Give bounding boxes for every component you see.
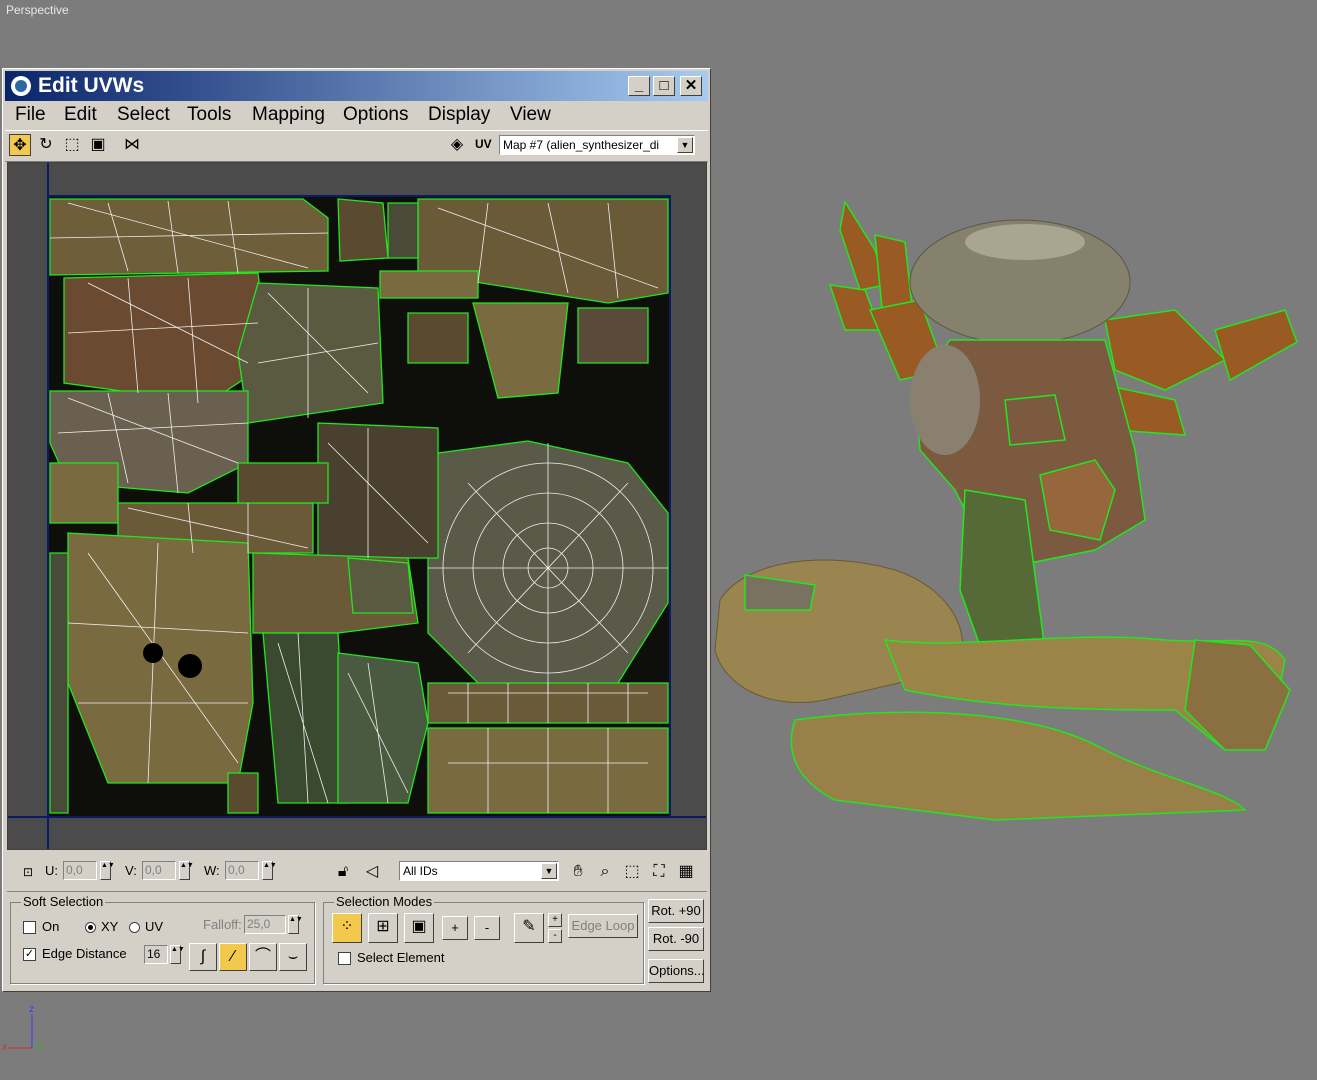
- menu-select[interactable]: Select: [117, 104, 170, 126]
- menu-edit[interactable]: Edit: [64, 104, 97, 126]
- viewport-label[interactable]: Perspective: [6, 3, 69, 17]
- ids-select-value: All IDs: [403, 864, 438, 878]
- rot-minus-90-button[interactable]: Rot. -90: [648, 927, 704, 951]
- grow-selection-button[interactable]: +: [442, 916, 468, 940]
- v-spinner[interactable]: ▲▼: [179, 861, 194, 880]
- axis-gizmo: z x y: [2, 1004, 44, 1053]
- face-mode-icon[interactable]: ▣: [404, 913, 434, 943]
- u-label: U:: [45, 863, 58, 878]
- transform-mode-icon[interactable]: ⊡: [17, 861, 39, 883]
- move-icon[interactable]: ✥: [9, 134, 31, 156]
- ids-select[interactable]: All IDs ▼: [399, 861, 559, 881]
- falloff-slow-out-icon[interactable]: ⌒: [249, 943, 277, 971]
- filter-icon[interactable]: ▦: [675, 861, 697, 883]
- soft-on-checkbox[interactable]: [23, 921, 36, 934]
- uv-editor-area[interactable]: [7, 162, 707, 850]
- dome-highlight: [965, 224, 1085, 260]
- menu-file[interactable]: File: [15, 104, 46, 126]
- menu-view[interactable]: View: [510, 104, 551, 126]
- menu-tools[interactable]: Tools: [187, 104, 231, 126]
- chevron-down-icon[interactable]: ▼: [677, 137, 693, 153]
- app-icon: [11, 76, 31, 96]
- axis-x-label: x: [2, 1042, 7, 1053]
- spike: [828, 284, 882, 331]
- uv-radio-label: UV: [145, 919, 164, 934]
- edit-uvws-window: Edit UVWs _ □ ✕ File Edit Select Tools M…: [2, 68, 711, 992]
- soft-selection-group: Soft Selection On XY UV Falloff: 25,0 ▲▼…: [10, 894, 315, 984]
- xy-radio[interactable]: [85, 922, 96, 933]
- zoom-region-icon[interactable]: ⬚: [621, 861, 643, 883]
- edge-mode-icon[interactable]: ⊞: [368, 913, 398, 943]
- chest-plate: [1039, 459, 1116, 541]
- vertex-mode-icon[interactable]: ⁘: [332, 913, 362, 943]
- edge-distance-label: Edge Distance: [42, 946, 127, 961]
- pan-hand-icon[interactable]: ✋︎: [567, 861, 589, 883]
- spike: [1214, 309, 1298, 382]
- spike: [1104, 309, 1227, 391]
- menu-mapping[interactable]: Mapping: [252, 104, 325, 126]
- coordinate-bar: ⊡ U: 0,0 ▲▼ V: 0,0 ▲▼ W: 0,0 ▲▼ 🔓︎ ◁ All…: [7, 855, 707, 887]
- uv-toolbar: ✥ ↻ ⬚ ▣ ⋈ ◈ UV Map #7 (alien_synthesizer…: [5, 130, 708, 162]
- axis-z-label: z: [29, 1004, 34, 1015]
- select-element-label: Select Element: [357, 950, 445, 965]
- falloff-spinner[interactable]: ▲▼: [288, 915, 303, 934]
- menu-options[interactable]: Options: [343, 104, 408, 126]
- checker-icon[interactable]: ◈: [446, 134, 468, 156]
- axis-y-label: y: [39, 1042, 44, 1053]
- uv-radio[interactable]: [129, 922, 140, 933]
- w-input[interactable]: 0,0: [225, 861, 259, 880]
- menu-bar: File Edit Select Tools Mapping Options D…: [5, 102, 708, 128]
- brush-grow-button[interactable]: +: [548, 913, 562, 927]
- falloff-smooth-icon[interactable]: ∫: [189, 943, 217, 971]
- close-button[interactable]: ✕: [680, 76, 702, 96]
- rot-plus-90-button[interactable]: Rot. +90: [648, 899, 704, 923]
- selection-modes-group: Selection Modes ⁘ ⊞ ▣ + - ✎ + - Edge Loo…: [323, 894, 644, 984]
- w-label: W:: [204, 863, 220, 878]
- shoulder: [910, 345, 980, 455]
- falloff-fast-out-icon[interactable]: ⌣: [279, 943, 307, 971]
- paint-select-icon[interactable]: ✎: [514, 913, 544, 943]
- uv-label: UV: [475, 137, 492, 151]
- rotate-icon[interactable]: ↻: [35, 134, 57, 156]
- lock-icon[interactable]: 🔓︎: [332, 861, 354, 883]
- paint-icon[interactable]: ◁: [361, 861, 383, 883]
- menu-display[interactable]: Display: [428, 104, 490, 126]
- falloff-label: Falloff:: [203, 917, 242, 932]
- mirror-icon[interactable]: ⋈: [121, 134, 143, 156]
- title-bar[interactable]: Edit UVWs _ □ ✕: [5, 71, 708, 101]
- edge-loop-button[interactable]: Edge Loop: [568, 914, 638, 938]
- soft-selection-title: Soft Selection: [21, 894, 106, 909]
- maximize-button[interactable]: □: [653, 76, 675, 96]
- edge-distance-spinner[interactable]: ▲▼: [170, 945, 185, 964]
- minimize-button[interactable]: _: [628, 76, 650, 96]
- scale-icon[interactable]: ⬚: [61, 134, 83, 156]
- brush-shrink-button[interactable]: -: [548, 929, 562, 943]
- map-select-value: Map #7 (alien_synthesizer_di: [503, 138, 660, 152]
- uv-canvas[interactable]: [8, 163, 707, 850]
- v-input[interactable]: 0,0: [142, 861, 176, 880]
- window-title: Edit UVWs: [38, 74, 145, 97]
- falloff-input[interactable]: 25,0: [244, 915, 286, 934]
- falloff-linear-icon[interactable]: ⁄: [219, 943, 247, 971]
- zoom-extents-icon[interactable]: ⛶: [648, 861, 670, 883]
- edge-distance-checkbox[interactable]: ✓: [23, 948, 36, 961]
- freeform-icon[interactable]: ▣: [87, 134, 109, 156]
- selection-modes-title: Selection Modes: [334, 894, 435, 909]
- base-tentacle: [790, 711, 1247, 821]
- options-button[interactable]: Options...: [648, 959, 705, 983]
- chevron-down-icon[interactable]: ▼: [541, 863, 557, 879]
- u-input[interactable]: 0,0: [63, 861, 97, 880]
- select-element-checkbox[interactable]: [338, 952, 351, 965]
- v-label: V:: [125, 863, 137, 878]
- shrink-selection-button[interactable]: -: [474, 916, 500, 940]
- model-render: [714, 199, 1298, 821]
- soft-on-label: On: [42, 919, 60, 934]
- bottom-panel: Soft Selection On XY UV Falloff: 25,0 ▲▼…: [7, 891, 707, 988]
- zoom-icon[interactable]: ⌕: [594, 861, 616, 883]
- w-spinner[interactable]: ▲▼: [262, 861, 277, 880]
- xy-label: XY: [101, 919, 119, 934]
- u-spinner[interactable]: ▲▼: [100, 861, 115, 880]
- edge-distance-input[interactable]: 16: [144, 945, 168, 964]
- map-select[interactable]: Map #7 (alien_synthesizer_di ▼: [499, 135, 695, 155]
